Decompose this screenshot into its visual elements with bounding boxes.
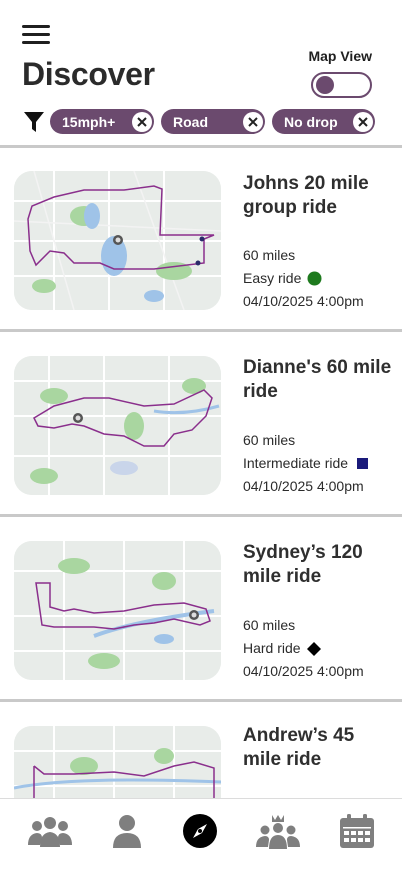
bottom-nav bbox=[0, 798, 402, 874]
filter-chip-no-drop[interactable]: No drop bbox=[272, 109, 375, 134]
green-circle-icon bbox=[307, 271, 322, 286]
calendar-icon bbox=[340, 814, 374, 848]
ride-details: 60 miles Hard ride 04/10/2025 4:00pm bbox=[243, 614, 364, 683]
ride-card[interactable]: Dianne's 60 mile ride 60 miles Intermedi… bbox=[0, 332, 402, 514]
route-map-thumbnail[interactable] bbox=[14, 356, 221, 495]
group-icon bbox=[28, 817, 72, 847]
ride-distance: 60 miles bbox=[243, 247, 296, 263]
remove-filter-icon[interactable] bbox=[132, 111, 152, 132]
route-map-thumbnail[interactable] bbox=[14, 726, 221, 798]
ride-details: 60 miles Intermediate ride 04/10/2025 4:… bbox=[243, 429, 369, 498]
nav-leaders[interactable] bbox=[255, 811, 301, 851]
ride-level: Hard ride bbox=[243, 640, 301, 656]
menu-icon[interactable] bbox=[22, 25, 50, 45]
ride-card[interactable]: Andrew’s 45 mile ride bbox=[0, 702, 402, 798]
filter-chip-label: 15mph+ bbox=[62, 113, 116, 130]
filter-chip-speed[interactable]: 15mph+ bbox=[50, 109, 154, 134]
ride-card[interactable]: Johns 20 mile group ride 60 miles Easy r… bbox=[0, 148, 402, 330]
ride-distance: 60 miles bbox=[243, 617, 296, 633]
ride-level: Easy ride bbox=[243, 270, 302, 286]
map-view-label: Map View bbox=[308, 48, 372, 64]
ride-level-row: Hard ride bbox=[243, 637, 364, 660]
remove-filter-icon[interactable] bbox=[243, 111, 263, 132]
ride-level-row: Intermediate ride bbox=[243, 452, 369, 475]
nav-profile[interactable] bbox=[104, 811, 150, 851]
ride-level: Intermediate ride bbox=[243, 455, 349, 471]
compass-icon bbox=[183, 814, 217, 848]
filter-icon[interactable] bbox=[23, 111, 45, 133]
remove-filter-icon[interactable] bbox=[353, 111, 373, 132]
ride-title[interactable]: Johns 20 mile group ride bbox=[243, 172, 393, 220]
toggle-knob bbox=[316, 76, 334, 94]
route-map-thumbnail[interactable] bbox=[14, 541, 221, 680]
map-view-toggle[interactable] bbox=[311, 72, 372, 98]
ride-datetime: 04/10/2025 4:00pm bbox=[243, 663, 364, 679]
ride-details: 60 miles Easy ride 04/10/2025 4:00pm bbox=[243, 244, 364, 313]
ride-datetime: 04/10/2025 4:00pm bbox=[243, 478, 364, 494]
filter-chip-road[interactable]: Road bbox=[161, 109, 265, 134]
ride-card[interactable]: Sydney’s 120 mile ride 60 miles Hard rid… bbox=[0, 517, 402, 699]
nav-groups[interactable] bbox=[27, 811, 73, 851]
black-diamond-icon bbox=[306, 641, 321, 656]
filter-chip-label: No drop bbox=[284, 113, 338, 130]
ride-datetime: 04/10/2025 4:00pm bbox=[243, 293, 364, 309]
ride-level-row: Easy ride bbox=[243, 267, 364, 290]
person-icon bbox=[113, 815, 141, 848]
page-title: Discover bbox=[22, 56, 155, 92]
leader-group-icon bbox=[256, 815, 300, 849]
ride-distance: 60 miles bbox=[243, 432, 296, 448]
filter-chips: 15mph+ Road No drop bbox=[50, 109, 375, 134]
ride-title[interactable]: Sydney’s 120 mile ride bbox=[243, 541, 393, 589]
nav-discover[interactable] bbox=[177, 811, 223, 851]
nav-calendar[interactable] bbox=[334, 811, 380, 851]
ride-title[interactable]: Dianne's 60 mile ride bbox=[243, 356, 393, 404]
route-map-thumbnail[interactable] bbox=[14, 171, 221, 310]
filter-chip-label: Road bbox=[173, 113, 208, 130]
ride-title[interactable]: Andrew’s 45 mile ride bbox=[243, 724, 393, 772]
blue-square-icon bbox=[357, 458, 369, 469]
